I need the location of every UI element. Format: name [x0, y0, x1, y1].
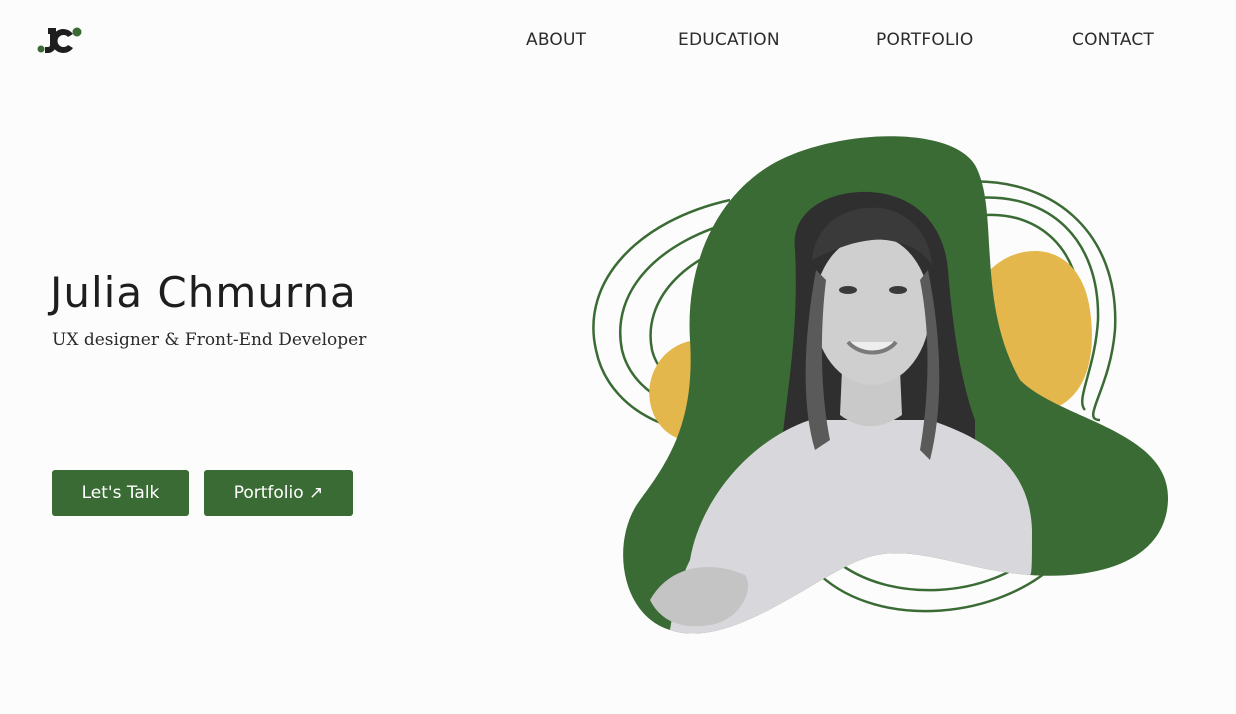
- main-nav: ABOUT EDUCATION PORTFOLIO CONTACT: [526, 30, 1236, 50]
- nav-contact[interactable]: CONTACT: [1072, 30, 1154, 50]
- page: ABOUT EDUCATION PORTFOLIO CONTACT Julia …: [0, 0, 1236, 714]
- logo-dot-left-icon: [37, 45, 45, 53]
- hero-name: Julia Chmurna: [50, 268, 357, 317]
- hero-illustration: [592, 136, 1169, 634]
- hero-subtitle: UX designer & Front-End Developer: [52, 330, 367, 350]
- portfolio-button[interactable]: Portfolio ↗: [204, 470, 353, 516]
- nav-education[interactable]: EDUCATION: [678, 30, 780, 50]
- logo[interactable]: [37, 26, 83, 54]
- lets-talk-button[interactable]: Let's Talk: [52, 470, 189, 516]
- nav-portfolio[interactable]: PORTFOLIO: [876, 30, 973, 50]
- logo-dot-right-icon: [72, 27, 82, 37]
- nav-about[interactable]: ABOUT: [526, 30, 586, 50]
